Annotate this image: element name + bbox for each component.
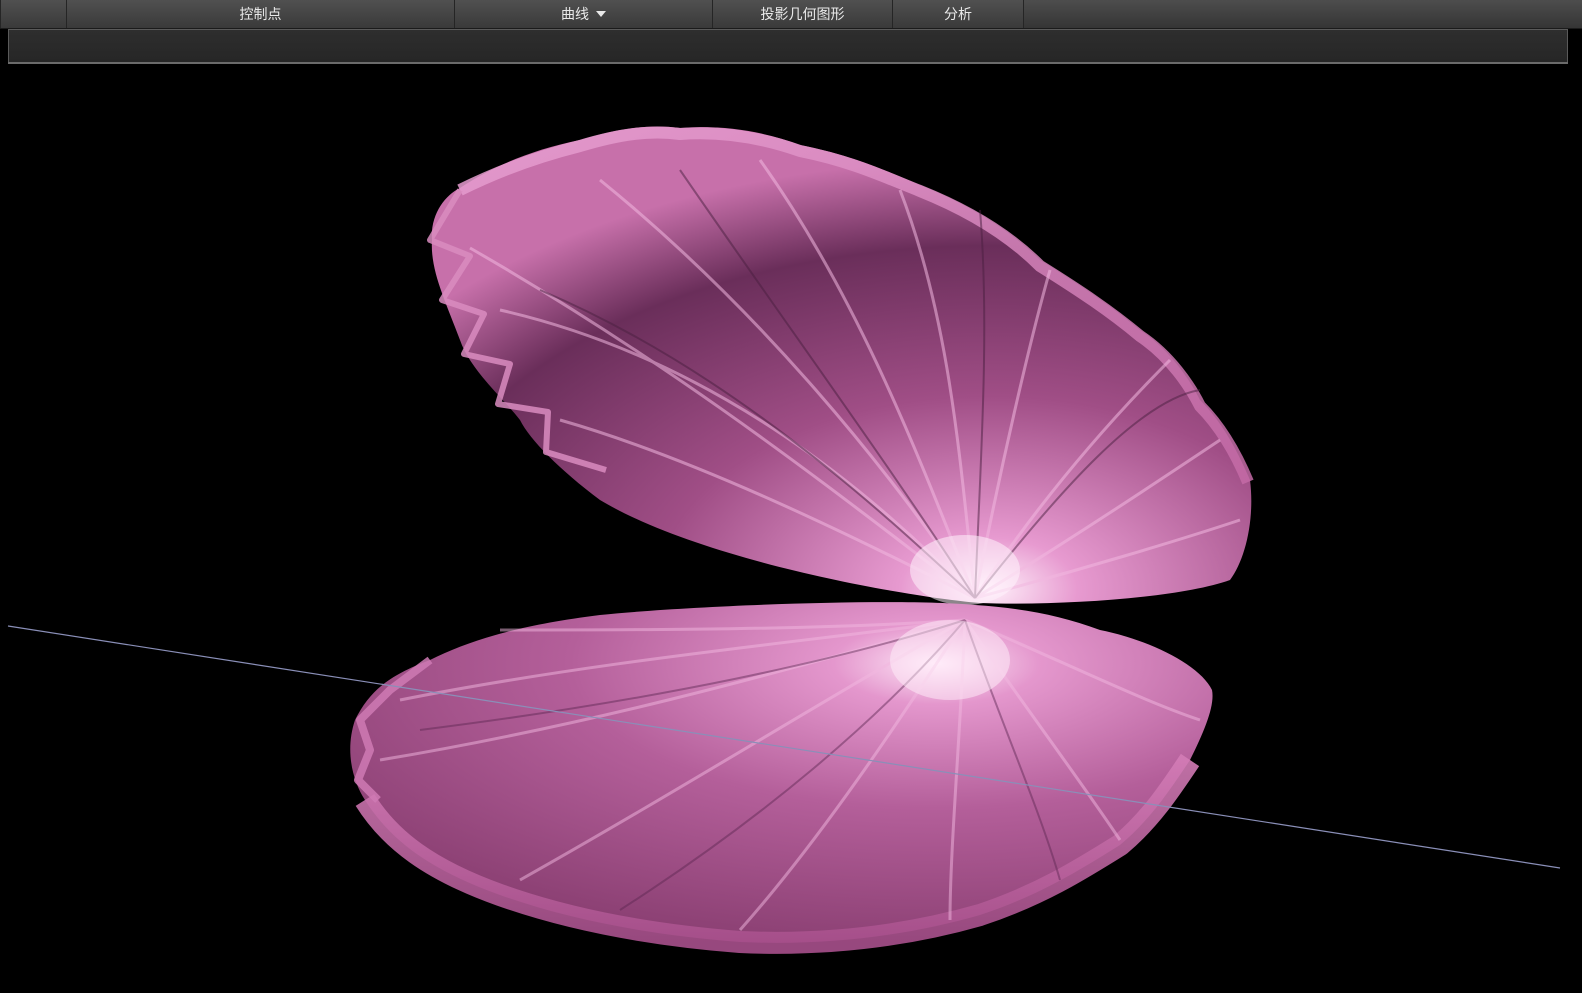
- tab-analysis[interactable]: 分析: [892, 0, 1024, 28]
- tab-curves[interactable]: 曲线: [454, 0, 712, 28]
- tab-project-geometry[interactable]: 投影几何图形: [712, 0, 892, 28]
- lower-shell-valve: [350, 602, 1213, 954]
- tab-control-points[interactable]: 控制点: [66, 0, 454, 28]
- tab-project-geometry-label: 投影几何图形: [760, 7, 845, 23]
- status-line: [0, 979, 380, 989]
- modeling-app-window: 控制点 曲线 投影几何图形 分析: [0, 0, 1582, 989]
- toolbar-divider: [8, 62, 1568, 64]
- chevron-down-icon: [596, 11, 606, 17]
- shelf-toolbar[interactable]: [8, 29, 1568, 63]
- menu-tab-bar: 控制点 曲线 投影几何图形 分析: [0, 0, 1582, 29]
- tab-control-points-label: 控制点: [239, 7, 282, 23]
- tab-blank[interactable]: [0, 0, 66, 28]
- tab-curves-label: 曲线: [561, 7, 589, 23]
- 3d-viewport[interactable]: [0, 66, 1582, 989]
- upper-shell-valve: [427, 126, 1254, 605]
- tab-analysis-label: 分析: [944, 7, 972, 23]
- viewport-canvas: [7, 126, 1561, 954]
